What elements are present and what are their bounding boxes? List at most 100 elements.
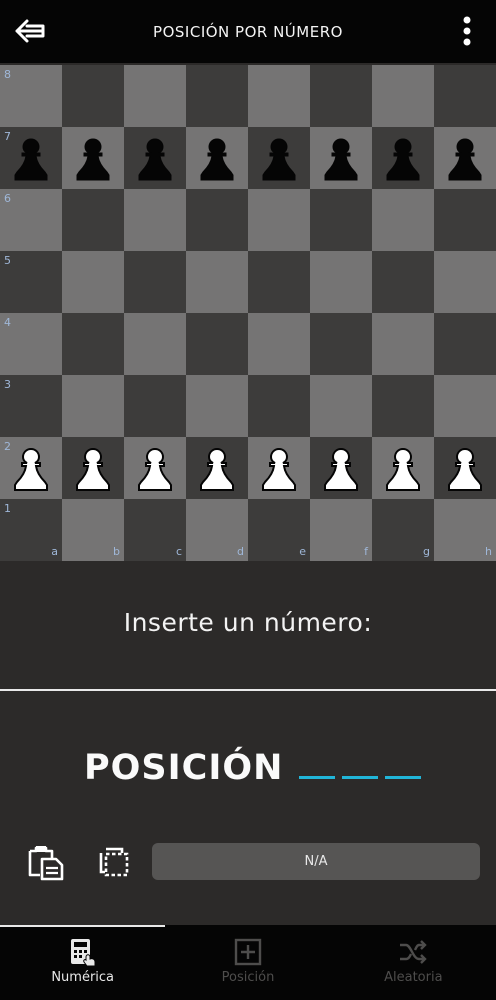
rank-label: 1: [4, 502, 11, 515]
square-b3[interactable]: [62, 375, 124, 437]
position-digit-slots[interactable]: [299, 776, 428, 779]
square-a1[interactable]: 1a: [0, 499, 62, 561]
white-pawn-icon[interactable]: [381, 445, 425, 493]
black-pawn-icon[interactable]: [257, 135, 301, 183]
square-h7[interactable]: [434, 127, 496, 189]
back-arrow-icon[interactable]: [14, 16, 46, 46]
square-b1[interactable]: b: [62, 499, 124, 561]
square-b5[interactable]: [62, 251, 124, 313]
square-f2[interactable]: [310, 437, 372, 499]
square-h2[interactable]: [434, 437, 496, 499]
position-input[interactable]: POSICIÓN: [84, 738, 428, 788]
square-e1[interactable]: e: [248, 499, 310, 561]
square-c2[interactable]: [124, 437, 186, 499]
file-label: d: [237, 545, 244, 558]
digit-slot: [385, 776, 422, 779]
file-label: c: [175, 545, 182, 558]
black-pawn-icon[interactable]: [133, 135, 177, 183]
tab-posicion[interactable]: Posición: [165, 925, 330, 1000]
square-f3[interactable]: [310, 375, 372, 437]
square-h1[interactable]: h: [434, 499, 496, 561]
square-d5[interactable]: [186, 251, 248, 313]
square-b8[interactable]: [62, 65, 124, 127]
square-g4[interactable]: [372, 313, 434, 375]
tab-numerica[interactable]: Numérica: [0, 925, 165, 1000]
white-pawn-icon[interactable]: [133, 445, 177, 493]
square-c4[interactable]: [124, 313, 186, 375]
square-b6[interactable]: [62, 189, 124, 251]
white-pawn-icon[interactable]: [71, 445, 115, 493]
square-g2[interactable]: [372, 437, 434, 499]
square-a6[interactable]: 6: [0, 189, 62, 251]
square-g6[interactable]: [372, 189, 434, 251]
square-a2[interactable]: 2: [0, 437, 62, 499]
square-d2[interactable]: [186, 437, 248, 499]
black-pawn-icon[interactable]: [319, 135, 363, 183]
tab-aleatoria[interactable]: Aleatoria: [331, 925, 496, 1000]
square-f4[interactable]: [310, 313, 372, 375]
file-label: f: [364, 545, 368, 558]
square-e7[interactable]: [248, 127, 310, 189]
square-g5[interactable]: [372, 251, 434, 313]
square-f7[interactable]: [310, 127, 372, 189]
rank-label: 5: [4, 254, 11, 267]
square-f6[interactable]: [310, 189, 372, 251]
square-e4[interactable]: [248, 313, 310, 375]
black-pawn-icon[interactable]: [9, 135, 53, 183]
square-d1[interactable]: d: [186, 499, 248, 561]
white-pawn-icon[interactable]: [319, 445, 363, 493]
white-pawn-icon[interactable]: [9, 445, 53, 493]
square-g7[interactable]: [372, 127, 434, 189]
paste-icon[interactable]: [26, 843, 66, 881]
square-g8[interactable]: [372, 65, 434, 127]
bottom-navigation: Numérica Posición Aleatoria: [0, 925, 496, 1000]
square-h3[interactable]: [434, 375, 496, 437]
square-a8[interactable]: 8: [0, 65, 62, 127]
square-d8[interactable]: [186, 65, 248, 127]
square-f1[interactable]: f: [310, 499, 372, 561]
file-label: a: [51, 545, 58, 558]
square-c1[interactable]: c: [124, 499, 186, 561]
square-a4[interactable]: 4: [0, 313, 62, 375]
black-pawn-icon[interactable]: [71, 135, 115, 183]
square-e5[interactable]: [248, 251, 310, 313]
square-d6[interactable]: [186, 189, 248, 251]
square-c5[interactable]: [124, 251, 186, 313]
chess-board: 87654321abcdefgh: [0, 65, 496, 561]
square-b2[interactable]: [62, 437, 124, 499]
square-d3[interactable]: [186, 375, 248, 437]
square-e2[interactable]: [248, 437, 310, 499]
square-e3[interactable]: [248, 375, 310, 437]
square-d7[interactable]: [186, 127, 248, 189]
square-g1[interactable]: g: [372, 499, 434, 561]
square-c8[interactable]: [124, 65, 186, 127]
black-pawn-icon[interactable]: [443, 135, 487, 183]
square-f8[interactable]: [310, 65, 372, 127]
black-pawn-icon[interactable]: [381, 135, 425, 183]
square-h8[interactable]: [434, 65, 496, 127]
black-pawn-icon[interactable]: [195, 135, 239, 183]
square-h5[interactable]: [434, 251, 496, 313]
square-b7[interactable]: [62, 127, 124, 189]
divider: [0, 689, 496, 691]
active-tab-indicator: [0, 925, 165, 927]
square-d4[interactable]: [186, 313, 248, 375]
square-a5[interactable]: 5: [0, 251, 62, 313]
white-pawn-icon[interactable]: [195, 445, 239, 493]
square-h4[interactable]: [434, 313, 496, 375]
square-h6[interactable]: [434, 189, 496, 251]
white-pawn-icon[interactable]: [443, 445, 487, 493]
copy-icon[interactable]: [97, 845, 131, 879]
more-vertical-icon[interactable]: [460, 16, 474, 46]
square-b4[interactable]: [62, 313, 124, 375]
square-a7[interactable]: 7: [0, 127, 62, 189]
square-c6[interactable]: [124, 189, 186, 251]
square-c3[interactable]: [124, 375, 186, 437]
square-c7[interactable]: [124, 127, 186, 189]
square-a3[interactable]: 3: [0, 375, 62, 437]
white-pawn-icon[interactable]: [257, 445, 301, 493]
square-e8[interactable]: [248, 65, 310, 127]
square-f5[interactable]: [310, 251, 372, 313]
square-e6[interactable]: [248, 189, 310, 251]
square-g3[interactable]: [372, 375, 434, 437]
